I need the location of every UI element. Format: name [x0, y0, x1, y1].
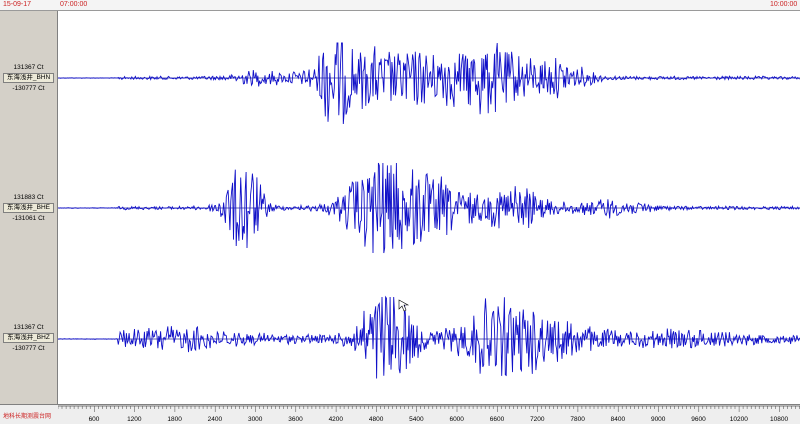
start-time-label: 07:00:00	[60, 1, 88, 8]
axis-tick-label: 2400	[208, 416, 223, 423]
channel-name-button-bhe[interactable]: 东海浅井_BHE	[3, 203, 54, 213]
axis-tick-label: 10800	[770, 416, 788, 423]
channel-max-label: 131367 Ct	[13, 64, 44, 71]
time-axis-canvas: 600 1200 1800 2400 3000 3600 4200 4800 5400 6000 6…	[57, 405, 800, 423]
axis-tick-label: 7200	[530, 416, 545, 423]
channel-min-label: -131061 Ct	[12, 215, 45, 222]
waveform-canvas[interactable]	[57, 11, 800, 404]
axis-tick-label: 1800	[167, 416, 182, 423]
network-org-label: 地科长期测震台网	[3, 414, 52, 420]
axis-tick-label: 6000	[449, 416, 464, 423]
channel-max-label: 131883 Ct	[13, 194, 44, 201]
channel-max-label: 131367 Ct	[13, 324, 44, 331]
time-axis[interactable]: 600 1200 1800 2400 3000 3600 4200 4800 5400 6000 6…	[57, 405, 800, 425]
axis-tick-label: 5400	[409, 416, 424, 423]
axis-tick-label: 3000	[248, 416, 263, 423]
channel-min-label: -130777 Ct	[12, 345, 45, 352]
axis-tick-label: 9600	[691, 416, 706, 423]
channel-label-panel: 131367 Ct 东海浅井_BHN -130777 Ct 131883 Ct …	[0, 11, 58, 404]
waveform-trace-bhn	[57, 42, 800, 125]
axis-tick-label: 1200	[127, 416, 142, 423]
axis-tick-label: 7800	[570, 416, 585, 423]
waveform-display[interactable]	[57, 11, 800, 404]
axis-tick-label: 4800	[369, 416, 384, 423]
axis-tick-label: 3600	[288, 416, 303, 423]
axis-tick-label: 8400	[611, 416, 626, 423]
axis-tick-label: 4200	[329, 416, 344, 423]
axis-tick-label: 6600	[490, 416, 505, 423]
axis-tick-label: 10200	[730, 416, 748, 423]
status-axis-bar: 地科长期测震台网 600 1200 1800 2400 3000 3600 4200 4800…	[0, 404, 800, 424]
channel-name-button-bhz[interactable]: 东海浅井_BHZ	[3, 333, 54, 343]
channel-name-button-bhn[interactable]: 东海浅井_BHN	[3, 73, 54, 83]
axis-tick-label: 9000	[651, 416, 666, 423]
mouse-pointer-icon	[398, 299, 410, 312]
waveform-trace-bhz	[57, 295, 800, 379]
axis-tick-label: 600	[89, 416, 100, 423]
date-label: 15-09-17	[3, 1, 32, 8]
time-range-bar: 15-09-17 07:00:00 10:00:00	[0, 0, 800, 11]
end-time-label: 10:00:00	[770, 1, 798, 8]
channel-min-label: -130777 Ct	[12, 85, 45, 92]
